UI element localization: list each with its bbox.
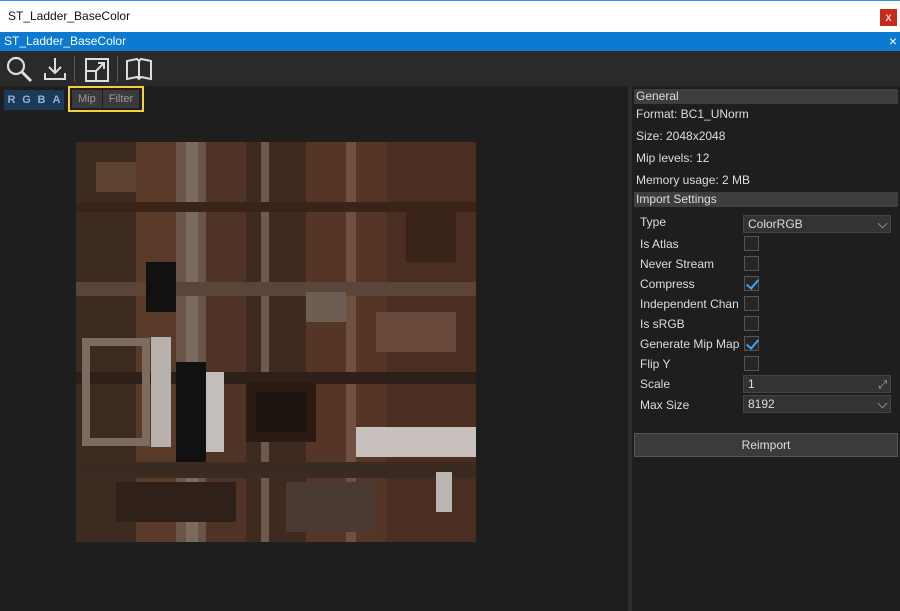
mip-button[interactable]: Mip bbox=[72, 90, 102, 108]
independent-channels-label: Independent Chan bbox=[640, 297, 739, 311]
scale-label: Scale bbox=[640, 377, 671, 391]
scale-value: 1 bbox=[748, 377, 755, 391]
tab-close-button[interactable]: × bbox=[889, 33, 897, 49]
fit-view-icon[interactable] bbox=[82, 54, 112, 84]
scale-input[interactable]: 1 ⤢ bbox=[743, 375, 891, 393]
type-value: ColorRGB bbox=[748, 217, 803, 231]
toolbar-separator bbox=[117, 56, 118, 82]
toolbar bbox=[0, 51, 900, 86]
drag-resize-icon[interactable]: ⤢ bbox=[878, 377, 887, 393]
compress-label: Compress bbox=[640, 277, 695, 291]
independent-channels-checkbox[interactable] bbox=[744, 296, 759, 311]
properties-panel: General Format: BC1_UNorm Size: 2048x204… bbox=[632, 86, 900, 611]
mip-filter-group: Mip Filter bbox=[68, 86, 145, 112]
reimport-button[interactable]: Reimport bbox=[634, 433, 898, 457]
texture-viewport[interactable]: R G B A Mip Filter bbox=[0, 86, 628, 611]
download-icon[interactable] bbox=[40, 54, 70, 84]
filter-button[interactable]: Filter bbox=[102, 90, 140, 108]
channel-r-toggle[interactable]: R bbox=[4, 90, 19, 110]
max-size-dropdown[interactable]: 8192 bbox=[743, 395, 891, 413]
channel-toggles: R G B A bbox=[4, 90, 64, 110]
is-atlas-label: Is Atlas bbox=[640, 237, 679, 251]
channel-g-toggle[interactable]: G bbox=[19, 90, 34, 110]
channel-b-toggle[interactable]: B bbox=[34, 90, 49, 110]
is-atlas-checkbox[interactable] bbox=[744, 236, 759, 251]
generate-mip-maps-checkbox[interactable] bbox=[744, 336, 759, 351]
is-srgb-checkbox[interactable] bbox=[744, 316, 759, 331]
never-stream-label: Never Stream bbox=[640, 257, 715, 271]
chevron-down-icon bbox=[877, 218, 888, 229]
memory-usage-info: Memory usage: 2 MB bbox=[636, 173, 751, 187]
flip-y-checkbox[interactable] bbox=[744, 356, 759, 371]
texture-preview bbox=[76, 142, 476, 542]
mip-levels-info: Mip levels: 12 bbox=[636, 151, 710, 165]
type-dropdown[interactable]: ColorRGB bbox=[743, 215, 891, 233]
channel-a-toggle[interactable]: A bbox=[49, 90, 64, 110]
is-srgb-label: Is sRGB bbox=[640, 317, 685, 331]
type-label: Type bbox=[640, 215, 667, 229]
tab-title: ST_Ladder_BaseColor bbox=[4, 34, 127, 48]
max-size-value: 8192 bbox=[748, 397, 775, 411]
window-title: ST_Ladder_BaseColor bbox=[8, 9, 131, 23]
import-settings-header[interactable]: Import Settings bbox=[634, 192, 898, 207]
max-size-label: Max Size bbox=[640, 398, 690, 412]
window-close-button[interactable]: x bbox=[880, 9, 897, 26]
toolbar-separator bbox=[74, 56, 75, 82]
document-tab[interactable]: ST_Ladder_BaseColor × bbox=[0, 32, 900, 51]
flip-y-label: Flip Y bbox=[640, 357, 671, 371]
format-info: Format: BC1_UNorm bbox=[636, 107, 749, 121]
size-info: Size: 2048x2048 bbox=[636, 129, 726, 143]
window-titlebar: ST_Ladder_BaseColor x bbox=[0, 0, 900, 32]
search-icon[interactable] bbox=[4, 54, 34, 84]
generate-mip-maps-label: Generate Mip Maps bbox=[640, 337, 740, 351]
chevron-down-icon bbox=[877, 398, 888, 409]
compress-checkbox[interactable] bbox=[744, 276, 759, 291]
general-header[interactable]: General bbox=[634, 89, 898, 104]
never-stream-checkbox[interactable] bbox=[744, 256, 759, 271]
book-icon[interactable] bbox=[124, 54, 154, 84]
